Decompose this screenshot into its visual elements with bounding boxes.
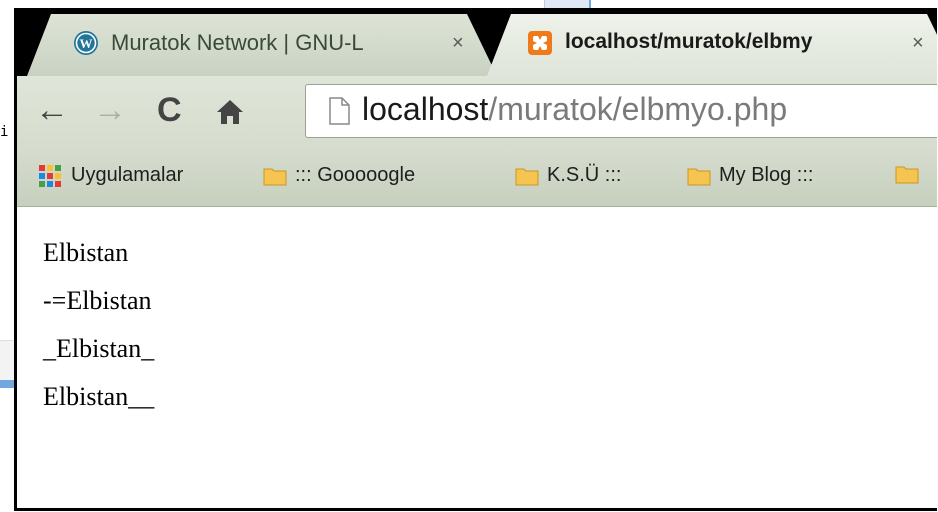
url-text: localhost/muratok/elbmyo.php — [362, 91, 787, 128]
url-path: /muratok/elbmyo.php — [488, 91, 788, 127]
browser-window: W Muratok Network | GNU-L × localhost/mu… — [14, 8, 937, 511]
forward-arrow-icon[interactable]: → — [93, 90, 127, 130]
close-tab-icon[interactable]: × — [452, 32, 464, 55]
back-arrow-icon[interactable]: ← — [35, 90, 69, 130]
bookmark-folder-more[interactable] — [895, 164, 927, 184]
xampp-icon — [528, 31, 552, 55]
browser-toolbar: ← → C localhost/muratok/elbmyo.php — [17, 76, 937, 152]
tab-localhost-elbmyo[interactable]: localhost/muratok/elbmy × — [487, 14, 937, 76]
svg-text:W: W — [80, 36, 93, 51]
background-panel-fragment — [0, 340, 14, 381]
bookmark-folder-my-blog[interactable]: My Blog ::: — [687, 164, 813, 187]
folder-icon — [515, 168, 539, 185]
background-text-fragment: i — [0, 124, 9, 140]
home-icon[interactable] — [215, 98, 245, 126]
page-content: Elbistan -=Elbistan _Elbistan_ Elbistan_… — [17, 207, 937, 508]
folder-icon — [263, 168, 287, 185]
close-tab-icon[interactable]: × — [912, 32, 924, 55]
apps-grid-icon — [39, 164, 61, 187]
bookmark-label: ::: Gooooogle — [295, 164, 416, 186]
tab-title: localhost/muratok/elbmy — [565, 30, 813, 53]
tab-title: Muratok Network | GNU-L — [111, 30, 364, 55]
bookmark-apps[interactable]: Uygulamalar — [39, 164, 183, 187]
background-scrollbar-fragment — [0, 380, 14, 388]
page-icon — [329, 97, 350, 125]
folder-icon — [895, 166, 919, 184]
output-line: Elbistan — [43, 238, 129, 267]
output-line: Elbistan__ — [43, 382, 155, 411]
url-host: localhost — [362, 91, 489, 127]
bookmarks-bar: Uygulamalar ::: Gooooogle K.S.Ü ::: My B… — [17, 152, 937, 207]
address-bar[interactable]: localhost/muratok/elbmyo.php — [305, 84, 937, 138]
tab-strip: W Muratok Network | GNU-L × localhost/mu… — [17, 8, 937, 76]
output-line: -=Elbistan — [43, 286, 152, 315]
bookmark-folder-ksu[interactable]: K.S.Ü ::: — [515, 164, 621, 187]
wordpress-icon: W — [74, 31, 98, 55]
tab-muratok-network[interactable]: W Muratok Network | GNU-L × — [27, 14, 497, 76]
reload-icon[interactable]: C — [157, 90, 182, 130]
bookmark-folder-gooooogle[interactable]: ::: Gooooogle — [263, 164, 415, 187]
output-line: _Elbistan_ — [43, 334, 155, 363]
folder-icon — [687, 168, 711, 185]
bookmark-label: Uygulamalar — [71, 164, 184, 186]
bookmark-label: K.S.Ü ::: — [547, 164, 622, 186]
bookmark-label: My Blog ::: — [719, 164, 814, 186]
